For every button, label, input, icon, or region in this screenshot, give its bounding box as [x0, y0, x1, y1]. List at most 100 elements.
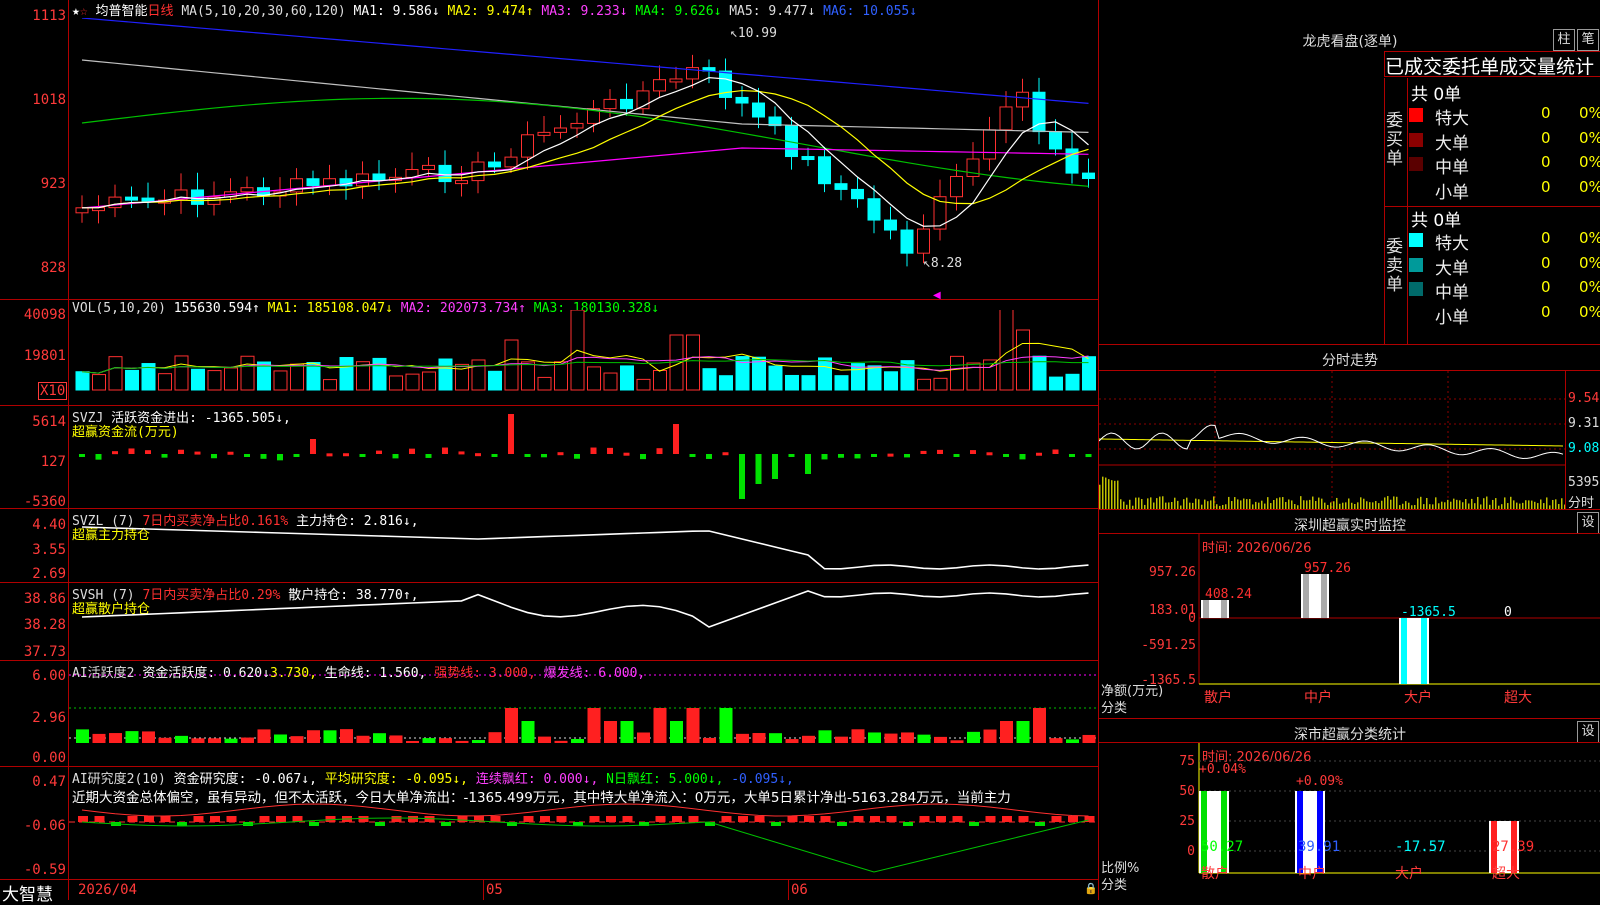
- activity-bar: [521, 721, 535, 743]
- research-bar: [540, 816, 550, 822]
- research-bar: [1002, 816, 1012, 822]
- flow-bar: [95, 454, 102, 460]
- sc-stats-chart[interactable]: 75 50 25 0 +0.04% +0.09% 50.27 39.91 -17.57 27.39…: [1099, 743, 1600, 900]
- color-swatch-icon: [1409, 108, 1423, 122]
- intraday-volume-bar: [1099, 484, 1101, 509]
- intraday-chart[interactable]: [1099, 371, 1565, 509]
- sc-category: 超大: [1492, 866, 1520, 882]
- date-tick: [483, 879, 484, 900]
- volume-chart[interactable]: [69, 310, 1098, 405]
- candle-body: [801, 156, 815, 161]
- activity-bar: [340, 729, 353, 743]
- candle-body: [488, 161, 501, 168]
- intraday-volume-bar: [1309, 499, 1311, 509]
- bar-mode-button[interactable]: 柱: [1553, 29, 1575, 51]
- tick-mode-button[interactable]: 笔: [1577, 29, 1599, 51]
- intraday-tick: 9.31: [1568, 416, 1600, 431]
- svzj-chart[interactable]: [69, 406, 1098, 508]
- activity-bar: [1016, 721, 1030, 743]
- intraday-volume-bar: [1555, 499, 1557, 509]
- sz-tick: 0: [1188, 611, 1196, 626]
- sc-tick: 75: [1179, 754, 1195, 769]
- watch-mark-icon[interactable]: ☆: [80, 4, 88, 19]
- research-bar: [127, 816, 138, 822]
- order-count: 0: [1541, 128, 1551, 147]
- svsh-chart[interactable]: [69, 583, 1098, 660]
- research-bar: [177, 822, 187, 826]
- date-start: 2026/04: [78, 882, 138, 898]
- activity-bar: [439, 738, 452, 743]
- high-price: 10.99: [737, 26, 777, 41]
- activity-bar: [917, 734, 931, 743]
- sc-settings-button[interactable]: 设: [1577, 721, 1599, 743]
- vol-scale-badge[interactable]: X10: [38, 382, 68, 400]
- research-bar: [870, 816, 880, 822]
- research-bar: [1051, 816, 1062, 822]
- sz-settings-button[interactable]: 设: [1577, 512, 1599, 534]
- order-size-label: 中单: [1435, 158, 1469, 178]
- intraday-volume-bar: [1390, 499, 1392, 509]
- stock-name[interactable]: 均普智能: [95, 4, 147, 19]
- research-bar: [556, 816, 567, 822]
- activity-bar: [1000, 721, 1013, 743]
- flow-bar: [293, 454, 300, 457]
- intraday-volume-bar: [1156, 498, 1158, 509]
- research-bar: [672, 816, 682, 822]
- intraday-volume-bar: [1492, 499, 1494, 509]
- order-percent: 0%: [1579, 128, 1600, 147]
- research-bar: [408, 816, 418, 822]
- activity-bar: [901, 732, 914, 743]
- intraday-volume-bar: [1105, 477, 1107, 509]
- research-bar: [820, 816, 831, 822]
- order-stats-tabs[interactable]: 已成交委托单成交量统计: [1384, 51, 1600, 77]
- flow-bar: [640, 454, 646, 460]
- svzj-tick: 5614: [32, 414, 66, 430]
- star-icon[interactable]: ★: [72, 4, 80, 19]
- sz-category: 超大: [1504, 690, 1532, 706]
- volume-bar: [801, 375, 816, 391]
- svzl-tick: 3.55: [32, 542, 66, 558]
- activity-bar: [571, 738, 584, 743]
- sc-tick: 0: [1187, 844, 1195, 859]
- svzl-chart[interactable]: [69, 509, 1098, 582]
- activity-bar: [274, 734, 287, 743]
- lock-icon[interactable]: 🔒: [1084, 882, 1098, 895]
- ai1-chart[interactable]: [69, 661, 1098, 766]
- activity-bar: [967, 731, 980, 743]
- flow-bar: [392, 454, 399, 459]
- intraday-volume-bar: [1531, 500, 1533, 509]
- flow-bar: [722, 452, 729, 456]
- intraday-volume-bar: [1150, 497, 1152, 509]
- order-size-label: 小单: [1435, 307, 1469, 328]
- flow-bar: [986, 452, 993, 456]
- research-bar: [754, 816, 765, 822]
- flow-bar: [1052, 449, 1059, 454]
- ai2-chart[interactable]: [69, 800, 1098, 879]
- volume-bar: [719, 375, 733, 391]
- flow-bar: [854, 454, 861, 459]
- research-bar: [771, 822, 781, 826]
- intraday-volume-bar: [1450, 501, 1452, 509]
- volume-bar: [1049, 376, 1063, 391]
- sz-monitor-chart[interactable]: 957.26183.010-591.25-1365.5408.24957.26-…: [1099, 534, 1600, 719]
- ai2-tick: -0.06: [23, 818, 66, 834]
- intraday-volume-bar: [1279, 497, 1281, 509]
- sc-category: 散户: [1201, 865, 1229, 882]
- dragon-tiger-title: 龙虎看盘(逐单): [1302, 34, 1398, 50]
- research-bar: [622, 816, 633, 822]
- activity-bar: [307, 730, 320, 743]
- period-label[interactable]: 日线: [148, 4, 174, 19]
- intraday-volume-bar: [1477, 496, 1479, 509]
- candle-body: [356, 173, 369, 187]
- color-swatch-icon: [1409, 257, 1423, 272]
- research-bar: [1068, 816, 1078, 822]
- flow-bar: [557, 452, 564, 456]
- flow-bar: [326, 453, 333, 457]
- candle-body: [306, 178, 320, 187]
- order-count: 0: [1541, 229, 1551, 247]
- candle-body: [521, 134, 534, 158]
- order-count: 0: [1541, 153, 1551, 171]
- research-bar: [952, 816, 963, 822]
- volume-bar: [471, 359, 486, 391]
- flow-bar: [524, 454, 531, 457]
